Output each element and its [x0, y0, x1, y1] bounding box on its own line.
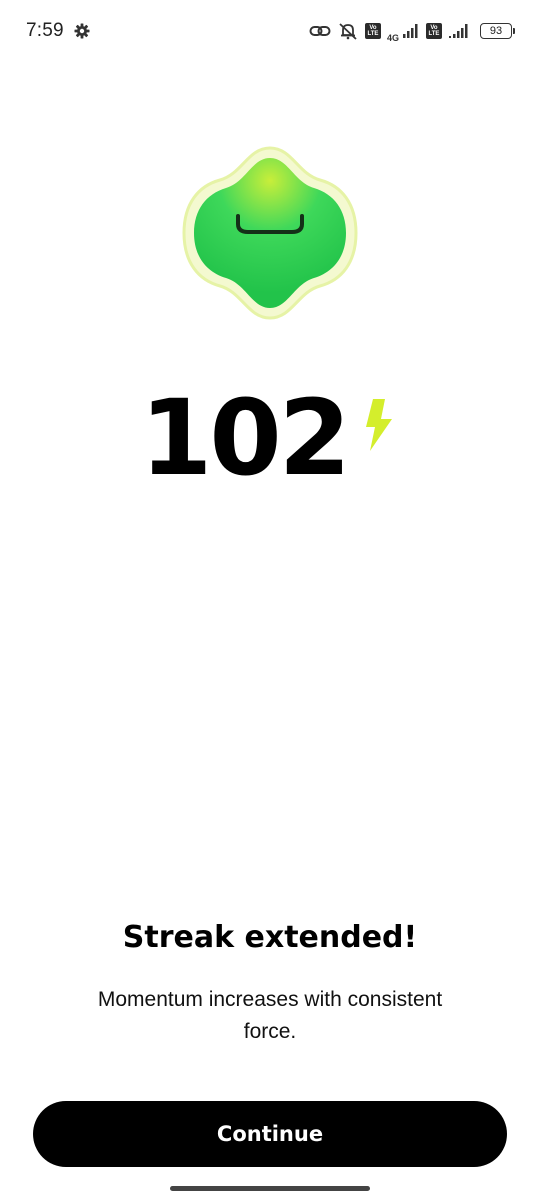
- streak-counter: 102: [0, 378, 540, 498]
- home-indicator[interactable]: [170, 1186, 370, 1191]
- status-time: 7:59: [26, 20, 64, 41]
- signal-icon: [448, 23, 470, 39]
- streak-screen: 7:59 Vo LTE 4G Vo LTE 93 102 Streak exte…: [0, 0, 540, 1200]
- mascot-character: [180, 144, 360, 322]
- mute-icon: [337, 22, 359, 40]
- streak-title: Streak extended!: [122, 920, 418, 955]
- continue-button[interactable]: Continue: [33, 1101, 507, 1167]
- signal-icon: [402, 23, 420, 39]
- status-left: 7:59: [26, 20, 90, 42]
- volte-badge-2: Vo LTE: [426, 23, 442, 39]
- volte-badge-1: Vo LTE: [364, 23, 381, 39]
- status-bar: 7:59 Vo LTE 4G Vo LTE 93: [0, 0, 540, 62]
- volte-badge-bottom: LTE: [367, 31, 379, 37]
- battery-level: 93: [489, 25, 503, 37]
- streak-subtitle: Momentum increases with consistent force…: [97, 988, 443, 1043]
- lightning-bolt-icon: [364, 397, 394, 458]
- streak-count: 102: [139, 377, 351, 499]
- battery-icon: 93: [480, 23, 515, 39]
- volte-badge-bottom: LTE: [428, 31, 440, 37]
- link-icon: [309, 23, 331, 39]
- status-right: Vo LTE 4G Vo LTE 93: [309, 19, 515, 43]
- network-type-label: 4G: [386, 33, 399, 43]
- gear-icon: [74, 23, 90, 39]
